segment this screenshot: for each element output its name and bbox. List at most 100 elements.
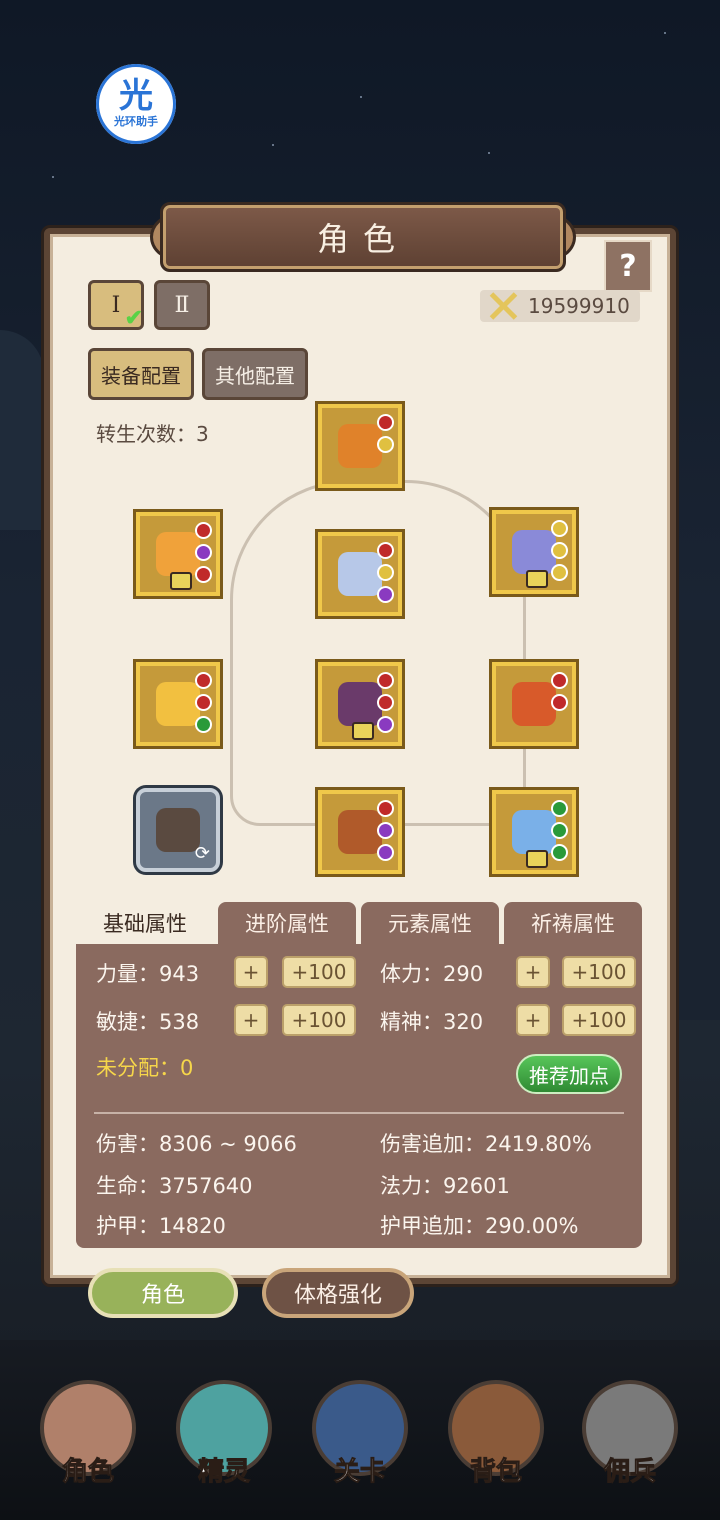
tab-advanced-attributes[interactable]: 进阶属性 [218,902,356,944]
costume-slot[interactable]: ⟳ [136,788,220,872]
gem-icon [195,672,212,689]
gem-icon [195,716,212,733]
combat-power-value: 19599910 [528,294,630,318]
equipment-config-button[interactable]: 装备配置 [88,348,194,400]
life-stat: 生命：3757640 [96,1174,253,1198]
necklace-icon [512,682,556,726]
loadout-tab-1-label: Ⅰ [111,292,121,318]
gloves-slot[interactable] [136,662,220,746]
nav-mercenary[interactable]: 佣兵 [570,1380,690,1500]
gem-icon [377,414,394,431]
gem-icon [377,716,394,733]
gem-icon [195,522,212,539]
stamina-plus100-button[interactable]: +100 [562,956,636,988]
lock-icon [526,570,548,588]
mana-stat: 法力：92601 [380,1174,510,1198]
logo-text: 光环助手 [114,115,158,128]
belt-icon [338,682,382,726]
ring-slot[interactable] [492,790,576,874]
agility-plus-button[interactable]: + [234,1004,268,1036]
gem-icon [551,822,568,839]
strength-plus100-button[interactable]: +100 [282,956,356,988]
unassigned-points: 未分配：0 [96,1056,194,1080]
combat-power: 19599910 [480,290,640,322]
weapon-slot[interactable] [136,512,220,596]
strength-plus-button[interactable]: + [234,956,268,988]
damage-bonus-stat: 伤害追加：2419.80% [380,1132,592,1156]
helmet-icon [338,424,382,468]
lock-icon [352,722,374,740]
agility-stat: 敏捷：538 [96,1010,200,1034]
sword-icon [156,532,200,576]
gem-icon [377,542,394,559]
lock-icon [526,850,548,868]
page-title: 角色 [160,202,566,272]
gem-icon [551,542,568,559]
offhand-slot[interactable] [492,510,576,594]
nav-stage-label: 关卡 [333,1457,386,1488]
armor-bonus-stat: 护甲追加：290.00% [380,1214,579,1238]
gem-icon [377,800,394,817]
divider [94,1112,624,1114]
offhand-icon [512,530,556,574]
armor-stat: 护甲：14820 [96,1214,226,1238]
damage-stat: 伤害：8306 ~ 9066 [96,1132,297,1156]
gem-icon [195,694,212,711]
nav-character-label: 角色 [61,1457,114,1488]
gem-icon [377,672,394,689]
costume-icon [156,808,200,852]
belt-slot[interactable] [318,662,402,746]
loadout-tab-2[interactable]: Ⅱ [154,280,210,330]
recommend-points-button[interactable]: 推荐加点 [516,1054,622,1094]
check-icon: ✔ [124,305,143,331]
strength-stat: 力量：943 [96,962,200,986]
nav-character[interactable]: 角色 [28,1380,148,1500]
lock-icon [170,572,192,590]
loadout-tab-1[interactable]: Ⅰ ✔ [88,280,144,331]
character-subtab[interactable]: 角色 [88,1268,238,1318]
stamina-plus-button[interactable]: + [516,956,550,988]
gem-icon [551,844,568,861]
gem-icon [551,800,568,817]
gem-icon [377,822,394,839]
nav-spirit-label: 精灵 [197,1457,250,1488]
gloves-icon [156,682,200,726]
tab-base-attributes[interactable]: 基础属性 [76,902,214,944]
helmet-slot[interactable] [318,404,402,488]
logo-glyph: 光 [119,76,153,116]
nav-spirit[interactable]: 精灵 [164,1380,284,1500]
gem-icon [551,694,568,711]
boots-slot[interactable] [318,790,402,874]
agility-plus100-button[interactable]: +100 [282,1004,356,1036]
nav-backpack[interactable]: 背包 [436,1380,556,1500]
gem-icon [551,564,568,581]
physique-subtab[interactable]: 体格强化 [262,1268,414,1318]
ring-icon [512,810,556,854]
gem-icon [195,544,212,561]
nav-stage[interactable]: 关卡 [300,1380,420,1500]
other-config-button[interactable]: 其他配置 [202,348,308,400]
rebirth-count: 转生次数：3 [96,422,209,446]
gem-icon [551,672,568,689]
armor-icon [338,552,382,596]
tab-prayer-attributes[interactable]: 祈祷属性 [504,902,642,944]
gem-icon [377,436,394,453]
spirit-stat: 精神：320 [380,1010,484,1034]
gem-icon [377,694,394,711]
gem-icon [377,564,394,581]
armor-slot[interactable] [318,532,402,616]
crossed-swords-icon [486,291,520,321]
gem-icon [377,844,394,861]
boots-icon [338,810,382,854]
help-button[interactable]: ? [604,240,652,292]
halo-assistant-logo[interactable]: 光 光环助手 [96,64,176,144]
necklace-slot[interactable] [492,662,576,746]
gem-icon [195,566,212,583]
spirit-plus-button[interactable]: + [516,1004,550,1036]
tab-element-attributes[interactable]: 元素属性 [361,902,499,944]
stamina-stat: 体力：290 [380,962,484,986]
spirit-plus100-button[interactable]: +100 [562,1004,636,1036]
nav-backpack-label: 背包 [469,1457,522,1488]
gem-icon [377,586,394,603]
gem-icon [551,520,568,537]
